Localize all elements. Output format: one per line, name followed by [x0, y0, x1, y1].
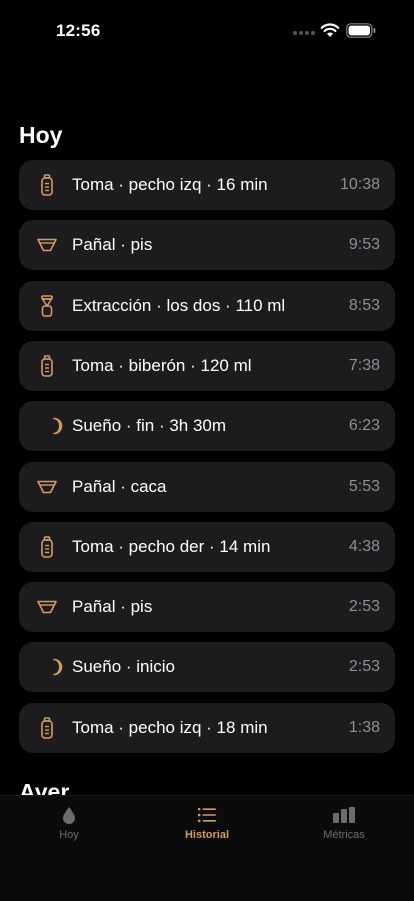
history-row-time: 5:53	[348, 477, 380, 495]
history-row-label: Pañal · pis	[72, 235, 153, 255]
history-row[interactable]: Pañal · caca 5:53	[19, 461, 395, 512]
history-row-time: 10:38	[339, 176, 380, 193]
history-row-label: Pañal · caca	[72, 476, 167, 496]
history-row-time: 6:23	[348, 417, 380, 435]
history-row[interactable]: Extracción · los dos · 110 ml 8:53	[19, 280, 395, 331]
section-title-ayer: Ayer	[19, 779, 70, 795]
pump-icon	[37, 294, 57, 317]
history-row-label: Sueño · inicio	[72, 657, 176, 677]
history-row[interactable]: Toma · biberón · 120 ml 7:38	[19, 340, 395, 391]
tab-label-historial: Historial	[184, 829, 229, 841]
diaper-icon	[37, 234, 57, 256]
history-row-time: 7:38	[348, 356, 380, 374]
history-row-label: Toma · pecho izq · 18 min	[72, 717, 268, 737]
history-row-time: 2:53	[348, 658, 380, 676]
history-row[interactable]: Toma · pecho izq · 18 min 1:38	[19, 702, 395, 753]
tab-label-metricas: Métricas	[323, 829, 365, 841]
history-row-time: 1:38	[348, 718, 380, 736]
moon-icon	[47, 415, 67, 437]
history-row-label: Toma · pecho izq · 16 min	[72, 175, 268, 194]
history-row-label: Extracción · los dos · 110 ml	[72, 295, 286, 315]
tab-historial[interactable]: Historial	[147, 804, 267, 841]
tab-label-hoy: Hoy	[59, 829, 79, 841]
history-row-label: Toma · pecho der · 14 min	[72, 536, 271, 556]
history-row-label: Sueño · fin · 3h 30m	[72, 416, 227, 436]
history-row[interactable]: Sueño · inicio 2:53	[19, 642, 395, 693]
history-row-time: 4:38	[348, 537, 380, 555]
history-row[interactable]: Pañal · pis 9:53	[19, 220, 395, 271]
bottle-icon	[37, 716, 57, 739]
drop-icon	[63, 807, 75, 824]
bottle-icon	[37, 355, 57, 377]
history-row[interactable]: Sueño · fin · 3h 30m 6:23	[19, 401, 395, 452]
tab-metricas[interactable]: Métricas	[284, 804, 404, 841]
diaper-icon	[37, 596, 57, 618]
bottle-icon	[37, 174, 57, 196]
history-row[interactable]: Toma · pecho der · 14 min 4:38	[19, 521, 395, 572]
history-row-label: Pañal · pis	[72, 597, 153, 617]
section-title-hoy: Hoy	[19, 122, 63, 148]
tab-hoy[interactable]: Hoy	[9, 804, 129, 841]
bottle-icon	[37, 535, 57, 558]
history-row-time: 2:53	[348, 598, 380, 616]
diaper-icon	[37, 476, 57, 498]
moon-icon	[47, 656, 67, 678]
history-row[interactable]: Toma · pecho izq · 16 min 10:38	[19, 160, 395, 210]
list-icon	[198, 808, 216, 822]
tab-bar: Hoy Historial Métricas	[0, 795, 414, 901]
history-row-time: 9:53	[348, 236, 380, 254]
history-row-time: 8:53	[348, 296, 380, 314]
history-row-label: Toma · biberón · 120 ml	[72, 355, 252, 375]
bar-chart-icon	[333, 807, 355, 823]
history-scroll[interactable]: Hoy Toma · pecho izq · 16 min 10:38 Pañal …	[0, 0, 414, 795]
history-row[interactable]: Pañal · pis 2:53	[19, 582, 395, 633]
